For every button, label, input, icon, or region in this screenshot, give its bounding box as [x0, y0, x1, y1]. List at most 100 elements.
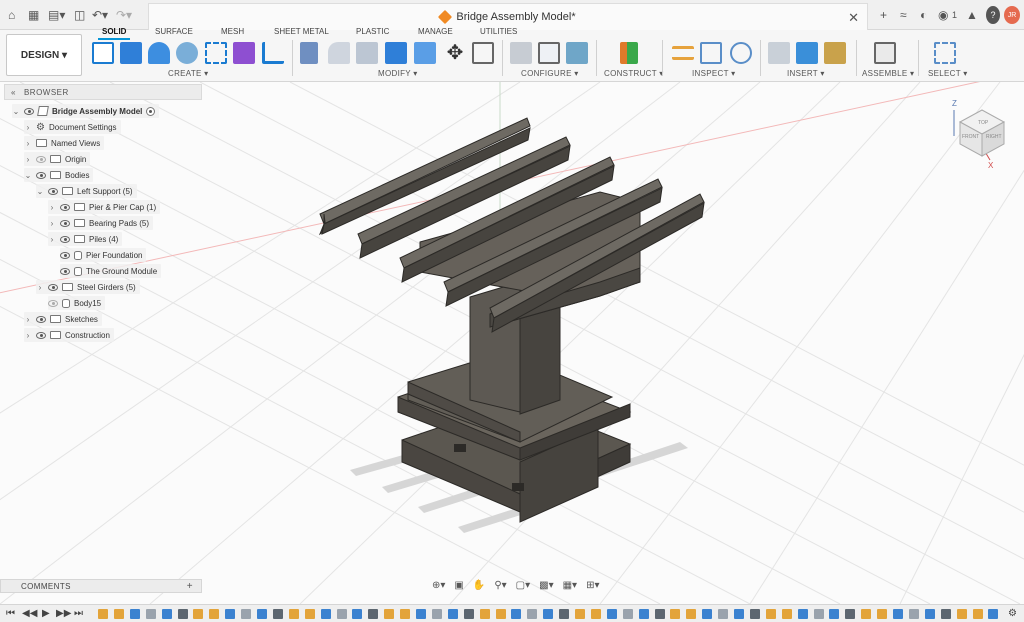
tree-item-construction[interactable]: › Construction: [24, 328, 114, 342]
timeline-feature-icon[interactable]: [718, 609, 729, 619]
tab-solid[interactable]: SOLID: [97, 27, 131, 40]
pattern-icon[interactable]: [205, 42, 227, 64]
inspect-group-label[interactable]: INSPECT ▾: [692, 69, 735, 78]
parameters-icon[interactable]: [566, 42, 588, 64]
derive-icon[interactable]: [262, 42, 284, 64]
timeline-feature-icon[interactable]: [972, 609, 983, 619]
timeline-feature-icon[interactable]: [606, 609, 617, 619]
close-tab-icon[interactable]: ✕: [848, 10, 859, 26]
revolve-icon[interactable]: [148, 42, 170, 64]
fillet-icon[interactable]: [328, 42, 350, 64]
timeline-feature-icon[interactable]: [765, 609, 776, 619]
timeline-feature-icon[interactable]: [749, 609, 760, 619]
decal-icon[interactable]: [824, 42, 846, 64]
eye-icon[interactable]: [48, 283, 58, 291]
timeline-feature-icon[interactable]: [559, 609, 570, 619]
timeline-feature-icon[interactable]: [320, 609, 331, 619]
tree-item-ground-module[interactable]: The Ground Module: [60, 264, 162, 278]
select-group-label[interactable]: SELECT ▾: [928, 69, 968, 78]
select-icon[interactable]: [934, 42, 956, 64]
eye-icon[interactable]: [36, 171, 46, 179]
chamfer-icon[interactable]: [356, 42, 378, 64]
tab-plastic[interactable]: PLASTIC: [356, 27, 389, 36]
tab-mesh[interactable]: MESH: [221, 27, 244, 36]
measure-icon[interactable]: [672, 46, 694, 60]
extensions-icon[interactable]: ◉: [938, 6, 948, 24]
timeline-feature-icon[interactable]: [384, 609, 395, 619]
eye-icon[interactable]: [60, 267, 70, 275]
chevron-right-icon[interactable]: ›: [36, 283, 44, 292]
timeline-feature-icon[interactable]: [861, 609, 872, 619]
timeline-feature-icon[interactable]: [336, 609, 347, 619]
configure-icon[interactable]: [510, 42, 532, 64]
interference-icon[interactable]: [700, 42, 722, 64]
tree-item-piles[interactable]: › Piles (4): [48, 232, 123, 246]
timeline-feature-icon[interactable]: [622, 609, 633, 619]
eye-icon[interactable]: [24, 107, 34, 115]
timeline-feature-icon[interactable]: [924, 609, 935, 619]
tree-item-pier-foundation[interactable]: Pier Foundation: [60, 248, 147, 262]
timeline-feature-icon[interactable]: [893, 609, 903, 619]
modify-group-label[interactable]: MODIFY ▾: [378, 69, 418, 78]
bell-icon[interactable]: ▲: [966, 6, 978, 24]
add-tab-icon[interactable]: +: [880, 6, 887, 24]
eye-icon[interactable]: [36, 331, 46, 339]
timeline-feature-icon[interactable]: [463, 609, 474, 619]
timeline-feature-icon[interactable]: [686, 609, 697, 619]
timeline-feature-icon[interactable]: [288, 609, 299, 619]
timeline-feature-icon[interactable]: [368, 609, 379, 619]
chevron-right-icon[interactable]: ›: [48, 235, 56, 244]
save-icon[interactable]: ◫: [74, 6, 85, 24]
tree-item-sketches[interactable]: › Sketches: [24, 312, 102, 326]
undo-icon[interactable]: ↶▾: [92, 6, 108, 24]
timeline-feature-icon[interactable]: [734, 609, 744, 619]
timeline-feature-icon[interactable]: [940, 609, 951, 619]
extrude-icon[interactable]: [120, 42, 142, 64]
tree-item-document-settings[interactable]: › ⚙ Document Settings: [24, 120, 121, 134]
timeline-feature-icon[interactable]: [416, 609, 426, 619]
display-settings-icon[interactable]: ▩▾: [539, 580, 553, 591]
home-icon[interactable]: ⌂: [8, 6, 15, 24]
move-icon[interactable]: ✥: [444, 42, 466, 64]
offline-icon[interactable]: ≈: [900, 6, 907, 24]
insert-group-label[interactable]: INSERT ▾: [787, 69, 825, 78]
tab-manage[interactable]: MANAGE: [418, 27, 453, 36]
timeline-feature-icon[interactable]: [352, 609, 363, 619]
create-group-label[interactable]: CREATE ▾: [168, 69, 209, 78]
comments-panel[interactable]: COMMENTS +: [0, 579, 202, 593]
tree-item-named-views[interactable]: › Named Views: [24, 136, 105, 150]
chevron-down-icon[interactable]: ⌄: [24, 171, 32, 180]
document-tab[interactable]: Bridge Assembly Model* ✕: [148, 3, 868, 30]
timeline-feature-icon[interactable]: [781, 609, 792, 619]
activate-radio-icon[interactable]: [146, 106, 156, 116]
timeline-feature-icon[interactable]: [575, 609, 585, 619]
timeline-feature-icon[interactable]: [113, 609, 124, 619]
collapse-icon[interactable]: «: [11, 88, 16, 97]
timeline-feature-icon[interactable]: [702, 609, 713, 619]
tab-utilities[interactable]: UTILITIES: [480, 27, 517, 36]
timeline-feature-icon[interactable]: [877, 609, 888, 619]
job-status-icon[interactable]: ◐: [920, 6, 927, 24]
timeline-feature-icon[interactable]: [495, 609, 506, 619]
timeline-feature-icon[interactable]: [590, 609, 601, 619]
eye-icon[interactable]: [60, 235, 70, 243]
table-icon[interactable]: [538, 42, 560, 64]
timeline-feature-icon[interactable]: [511, 609, 522, 619]
tree-item-root[interactable]: ⌄ Bridge Assembly Model: [12, 104, 160, 118]
chevron-down-icon[interactable]: ⌄: [36, 187, 44, 196]
eye-icon[interactable]: [60, 203, 70, 211]
canvas-icon[interactable]: [796, 42, 818, 64]
eye-icon[interactable]: [36, 315, 46, 323]
timeline-feature-icon[interactable]: [829, 609, 840, 619]
help-icon[interactable]: ?: [986, 6, 1000, 24]
chevron-right-icon[interactable]: ›: [24, 331, 32, 340]
timeline-feature-icon[interactable]: [241, 609, 252, 619]
offset-plane-icon[interactable]: [620, 42, 638, 64]
eye-hidden-icon[interactable]: [48, 299, 58, 307]
timeline-first-icon[interactable]: ⏮: [6, 608, 15, 619]
tree-item-bodies[interactable]: ⌄ Bodies: [24, 168, 94, 182]
tab-sheet-metal[interactable]: SHEET METAL: [274, 27, 329, 36]
press-pull-icon[interactable]: [300, 42, 318, 64]
browser-header[interactable]: « BROWSER: [4, 84, 202, 100]
timeline-feature-icon[interactable]: [193, 609, 204, 619]
